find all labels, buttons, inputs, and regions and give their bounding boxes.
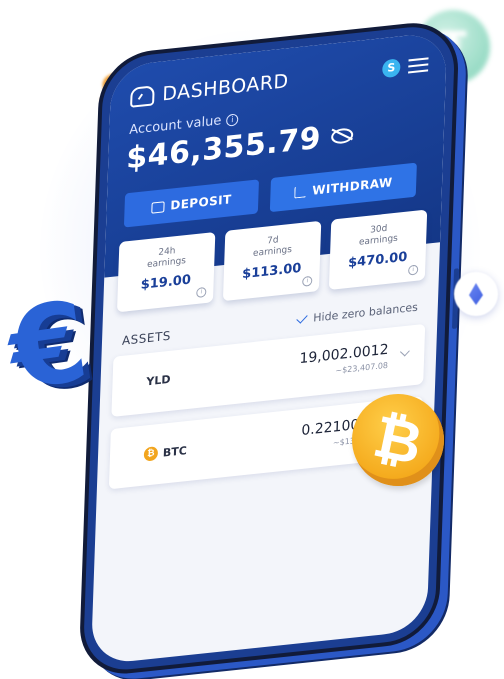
- app-screen: DASHBOARD S Account value i $46,355.79 D…: [90, 31, 448, 666]
- hide-zero-toggle[interactable]: Hide zero balances: [296, 301, 418, 327]
- info-icon[interactable]: i: [196, 286, 207, 298]
- hide-balance-eye-icon[interactable]: [330, 127, 354, 145]
- earnings-card-7d[interactable]: 7d earnings $113.00 i: [222, 220, 322, 302]
- info-icon[interactable]: i: [302, 275, 313, 287]
- chevron-down-icon[interactable]: [399, 346, 410, 357]
- asset-symbol-group: ₿ BTC: [143, 443, 187, 462]
- earnings-card-30d[interactable]: 30d earnings $470.00 i: [328, 209, 428, 290]
- ethereum-coin-icon: [454, 272, 498, 316]
- dashboard-title: DASHBOARD: [130, 70, 289, 109]
- info-icon[interactable]: i: [226, 112, 239, 127]
- earnings-card-24h[interactable]: 24h earnings $19.00 i: [116, 231, 216, 313]
- phone-device: DASHBOARD S Account value i $46,355.79 D…: [78, 17, 460, 679]
- ethereum-diamond-icon: [469, 283, 483, 305]
- info-icon[interactable]: i: [408, 264, 419, 276]
- assets-heading: ASSETS: [121, 328, 172, 348]
- dashboard-title-text: DASHBOARD: [162, 70, 289, 106]
- deposit-button[interactable]: DEPOSIT: [123, 179, 260, 228]
- asset-usd-value: ~$23,407.08: [335, 360, 389, 376]
- asset-symbol: YLD: [146, 372, 171, 389]
- check-icon[interactable]: [296, 311, 309, 324]
- bitcoin-icon: ₿: [143, 446, 159, 462]
- menu-icon[interactable]: [408, 57, 429, 74]
- euro-icon: €: [1, 276, 96, 415]
- notification-icon[interactable]: S: [382, 58, 401, 79]
- withdraw-button[interactable]: WITHDRAW: [269, 162, 417, 213]
- withdraw-icon: [294, 185, 307, 199]
- deposit-icon: [151, 200, 165, 214]
- gauge-icon: [130, 85, 155, 108]
